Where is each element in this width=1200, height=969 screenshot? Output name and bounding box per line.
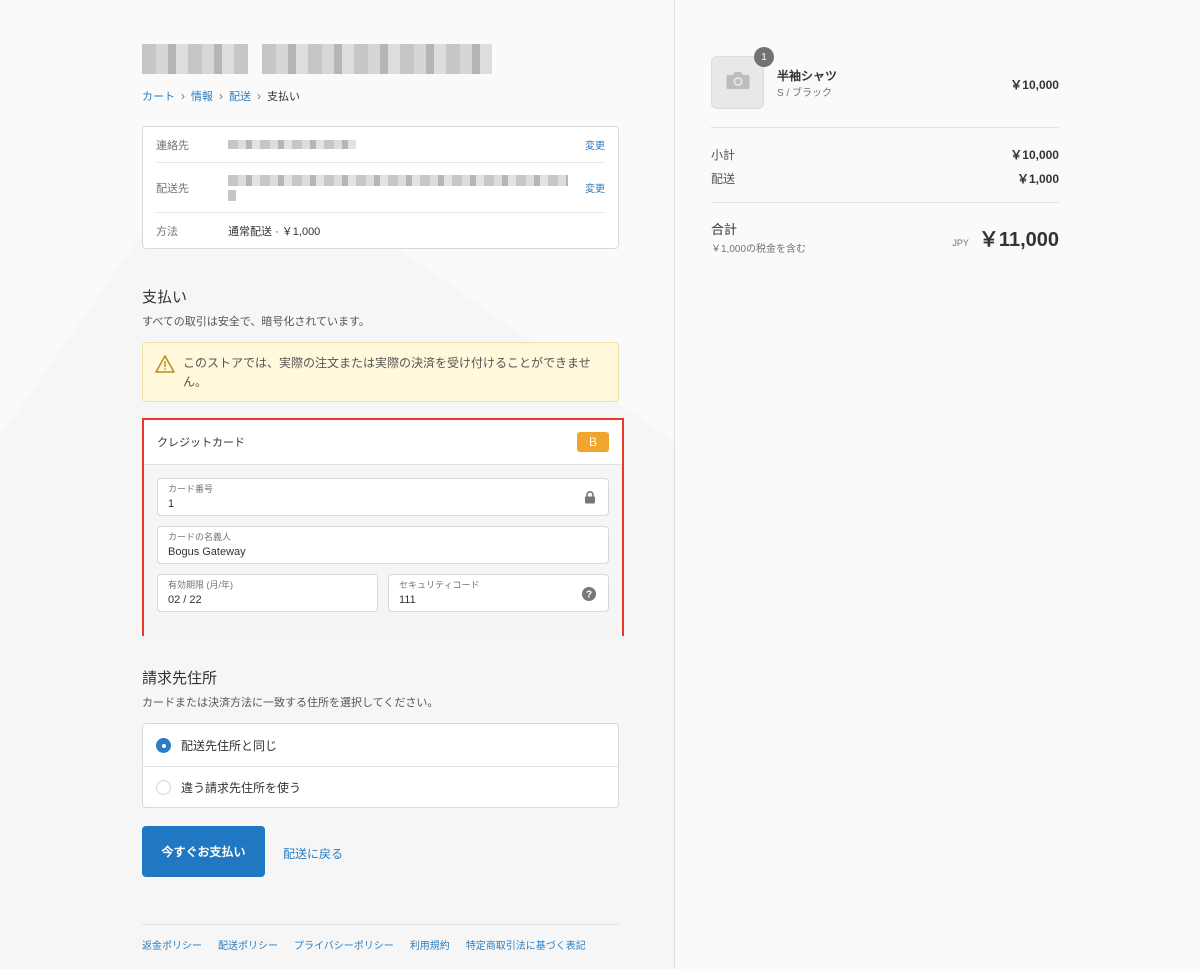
payment-section-header: 支払い すべての取引は安全で、暗号化されています。 <box>142 286 370 329</box>
footer-link-privacy[interactable]: プライバシーポリシー <box>294 937 394 952</box>
subtotal-value: ￥10,000 <box>1010 148 1059 162</box>
breadcrumb-payment: 支払い <box>267 91 300 103</box>
chevron-right-icon: › <box>181 89 185 103</box>
contact-label: 連絡先 <box>156 139 189 152</box>
credit-card-fields: カード番号 1 カードの名義人 Bogus Gateway 有効期限 (月/年)… <box>144 465 622 636</box>
divider <box>711 127 1059 128</box>
change-contact-link[interactable]: 変更 <box>585 137 605 152</box>
product-price: ￥10,000 <box>1010 78 1059 92</box>
store-logo-part <box>262 44 492 74</box>
card-name-value: Bogus Gateway <box>168 546 246 558</box>
pay-now-button[interactable]: 今すぐお支払い <box>142 826 265 877</box>
breadcrumb-cart[interactable]: カート <box>142 88 175 104</box>
product-line: 1 半袖シャツ S / ブラック ￥10,000 <box>711 47 1059 109</box>
store-logo[interactable] <box>142 44 492 76</box>
method-label: 方法 <box>156 225 178 238</box>
review-shipto-row: 配送先 変更 <box>156 163 605 213</box>
warning-icon <box>155 355 175 379</box>
card-cvv-label: セキュリティコード <box>399 580 480 590</box>
billing-address-options: 配送先住所と同じ 違う請求先住所を使う <box>142 723 619 808</box>
card-name-field[interactable]: カードの名義人 Bogus Gateway <box>157 526 609 564</box>
total-value: ￥11,000 <box>978 229 1059 251</box>
camera-icon <box>726 71 750 95</box>
card-number-value: 1 <box>168 498 175 510</box>
order-summary: 1 半袖シャツ S / ブラック ￥10,000 小計 ￥10,000 配送 ￥… <box>674 0 1200 969</box>
svg-text:?: ? <box>586 590 592 601</box>
gateway-badge-icon: B <box>577 432 609 452</box>
billing-subtitle: カードまたは決済方法に一致する住所を選択してください。 <box>142 697 439 709</box>
chevron-right-icon: › <box>219 89 223 103</box>
method-value: 通常配送 · ￥1,000 <box>228 225 321 238</box>
return-to-shipping-link[interactable]: 配送に戻る <box>283 845 343 862</box>
card-name-label: カードの名義人 <box>168 532 232 542</box>
card-cvv-field[interactable]: セキュリティコード 111 ? <box>388 574 609 612</box>
product-variant: S / ブラック <box>777 88 833 99</box>
card-cvv-value: 111 <box>399 594 416 606</box>
payment-subtitle: すべての取引は安全で、暗号化されています。 <box>142 316 370 328</box>
billing-section-header: 請求先住所 カードまたは決済方法に一致する住所を選択してください。 <box>142 667 438 710</box>
store-logo-part <box>142 44 248 74</box>
breadcrumb-info[interactable]: 情報 <box>191 88 213 104</box>
footer-link-shipping[interactable]: 配送ポリシー <box>218 937 278 952</box>
shipping-label: 配送 <box>711 172 736 186</box>
breadcrumb-shipping[interactable]: 配送 <box>229 88 251 104</box>
card-expiry-label: 有効期限 (月/年) <box>168 580 233 590</box>
help-icon[interactable]: ? <box>582 587 596 606</box>
notice-text: このストアでは、実際の注文または実際の決済を受け付けることができません。 <box>183 356 591 389</box>
subtotal-label: 小計 <box>711 148 736 162</box>
divider <box>711 202 1059 203</box>
shipto-label: 配送先 <box>156 182 189 195</box>
billing-same-label: 配送先住所と同じ <box>181 738 278 753</box>
card-expiry-field[interactable]: 有効期限 (月/年) 02 / 22 <box>157 574 378 612</box>
radio-unselected[interactable] <box>156 780 171 795</box>
shipping-value: ￥1,000 <box>1016 172 1059 186</box>
payment-heading: 支払い <box>142 289 188 306</box>
change-shipto-link[interactable]: 変更 <box>585 180 605 195</box>
review-contact-row: 連絡先 変更 <box>156 127 605 163</box>
currency-code: JPY <box>952 238 969 248</box>
product-name: 半袖シャツ <box>777 69 838 83</box>
billing-different-label: 違う請求先住所を使う <box>181 781 302 795</box>
billing-same-option[interactable]: 配送先住所と同じ <box>143 724 618 766</box>
main-column: カート › 情報 › 配送 › 支払い 連絡先 変更 配送先 変更 方法 通常配… <box>0 0 674 969</box>
review-box: 連絡先 変更 配送先 変更 方法 通常配送 · ￥1,000 <box>142 126 619 249</box>
chevron-right-icon: › <box>257 89 261 103</box>
credit-card-header[interactable]: クレジットカード B <box>144 420 622 465</box>
radio-selected[interactable] <box>156 737 171 753</box>
billing-different-option[interactable]: 違う請求先住所を使う <box>143 766 618 808</box>
credit-card-form: クレジットカード B カード番号 1 カードの名義人 Bogus Gateway <box>142 418 624 636</box>
footer-link-refund[interactable]: 返金ポリシー <box>142 937 202 952</box>
card-expiry-cvv-row: 有効期限 (月/年) 02 / 22 セキュリティコード 111 ? <box>157 574 609 622</box>
subtotal-line: 小計 ￥10,000 <box>711 146 1059 163</box>
breadcrumb: カート › 情報 › 配送 › 支払い <box>142 88 300 104</box>
quantity-badge: 1 <box>754 47 774 67</box>
footer-link-terms[interactable]: 利用規約 <box>410 937 450 952</box>
shipto-value <box>228 174 585 201</box>
review-method-row: 方法 通常配送 · ￥1,000 <box>156 213 605 248</box>
policy-footer: 返金ポリシー 配送ポリシー プライバシーポリシー 利用規約 特定商取引法に基づく… <box>142 924 619 952</box>
shipping-line: 配送 ￥1,000 <box>711 170 1059 187</box>
footer-link-legal[interactable]: 特定商取引法に基づく表記 <box>466 937 586 952</box>
credit-card-title: クレジットカード <box>157 437 245 449</box>
total-amount-group: JPY ￥11,000 <box>952 223 1059 252</box>
card-expiry-value: 02 / 22 <box>168 594 202 606</box>
card-number-field[interactable]: カード番号 1 <box>157 478 609 516</box>
billing-heading: 請求先住所 <box>142 670 218 687</box>
card-number-label: カード番号 <box>168 484 214 494</box>
test-mode-notice: このストアでは、実際の注文または実際の決済を受け付けることができません。 <box>142 342 619 402</box>
lock-icon <box>584 491 596 509</box>
contact-value <box>228 140 585 149</box>
total-line: 合計 ￥1,000の税金を含む JPY ￥11,000 <box>711 219 1059 255</box>
